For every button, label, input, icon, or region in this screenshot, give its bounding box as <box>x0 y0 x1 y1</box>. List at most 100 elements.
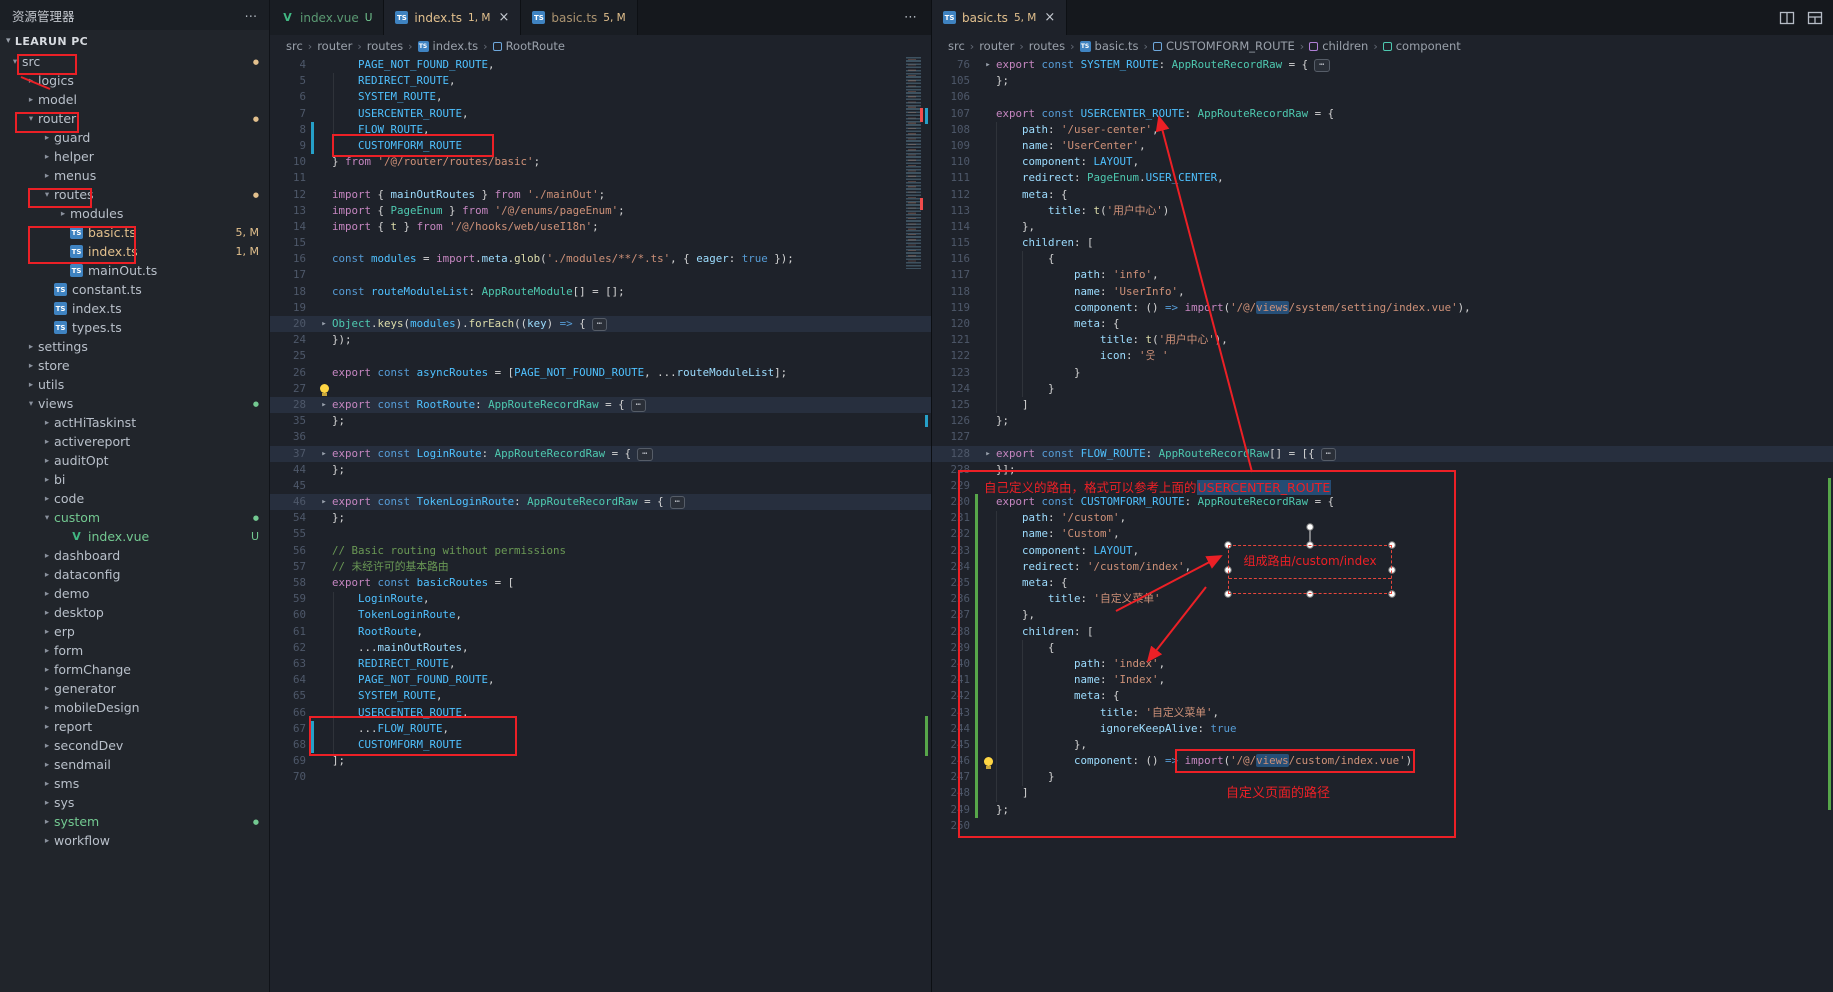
code-line-27[interactable]: 27 <box>270 381 931 397</box>
code-line-232[interactable]: 232 name: 'Custom', <box>932 526 1833 542</box>
line-number[interactable]: 242 <box>932 688 980 704</box>
code-line-76[interactable]: 76▸export const SYSTEM_ROUTE: AppRouteRe… <box>932 57 1833 73</box>
tree-item-auditOpt[interactable]: ▸auditOpt <box>0 451 269 470</box>
tree-item-logics[interactable]: ▸logics <box>0 71 269 90</box>
code-line-44[interactable]: 44}; <box>270 462 931 478</box>
code-line-12[interactable]: 12import { mainOutRoutes } from './mainO… <box>270 187 931 203</box>
code-line-244[interactable]: 244 ignoreKeepAlive: true <box>932 721 1833 737</box>
breadcrumb-item-src[interactable]: src <box>286 39 303 53</box>
tree-item-activereport[interactable]: ▸activereport <box>0 432 269 451</box>
code-line-245[interactable]: 245 }, <box>932 737 1833 753</box>
code-line-17[interactable]: 17 <box>270 267 931 283</box>
code-line-125[interactable]: 125 ] <box>932 397 1833 413</box>
code-line-113[interactable]: 113 title: t('用户中心') <box>932 203 1833 219</box>
line-number[interactable]: 63 <box>270 656 316 672</box>
code-line-128[interactable]: 128▸export const FLOW_ROUTE: AppRouteRec… <box>932 446 1833 462</box>
tree-item-sendmail[interactable]: ▸sendmail <box>0 755 269 774</box>
line-number[interactable]: 107 <box>932 106 980 122</box>
code-line-35[interactable]: 35}; <box>270 413 931 429</box>
code-line-66[interactable]: 66 USERCENTER_ROUTE, <box>270 705 931 721</box>
code-line-59[interactable]: 59 LoginRoute, <box>270 591 931 607</box>
line-number[interactable]: 114 <box>932 219 980 235</box>
tree-item-utils[interactable]: ▸utils <box>0 375 269 394</box>
line-number[interactable]: 245 <box>932 737 980 753</box>
code-line-60[interactable]: 60 TokenLoginRoute, <box>270 607 931 623</box>
line-number[interactable]: 123 <box>932 365 980 381</box>
line-number[interactable]: 124 <box>932 381 980 397</box>
code-line-63[interactable]: 63 REDIRECT_ROUTE, <box>270 656 931 672</box>
code-line-19[interactable]: 19 <box>270 300 931 316</box>
line-number[interactable]: 240 <box>932 656 980 672</box>
line-number[interactable]: 5 <box>270 73 316 89</box>
line-number[interactable]: 68 <box>270 737 316 753</box>
folded-code-ellipsis[interactable]: ⋯ <box>592 318 607 331</box>
code-line-123[interactable]: 123 } <box>932 365 1833 381</box>
code-line-107[interactable]: 107export const USERCENTER_ROUTE: AppRou… <box>932 106 1833 122</box>
code-line-114[interactable]: 114 }, <box>932 219 1833 235</box>
editor-actions-icon[interactable]: ⋯ <box>904 10 917 25</box>
line-number[interactable]: 6 <box>270 89 316 105</box>
line-number[interactable]: 8 <box>270 122 316 138</box>
line-number[interactable]: 70 <box>270 769 316 785</box>
code-line-55[interactable]: 55 <box>270 526 931 542</box>
line-number[interactable]: 36 <box>270 429 316 445</box>
code-line-9[interactable]: 9 CUSTOMFORM_ROUTE <box>270 138 931 154</box>
line-number[interactable]: 125 <box>932 397 980 413</box>
line-number[interactable]: 230 <box>932 494 980 510</box>
tree-item-form[interactable]: ▸form <box>0 641 269 660</box>
line-number[interactable]: 59 <box>270 591 316 607</box>
code-line-242[interactable]: 242 meta: { <box>932 688 1833 704</box>
line-number[interactable]: 116 <box>932 251 980 267</box>
code-line-24[interactable]: 24}); <box>270 332 931 348</box>
code-line-229[interactable]: 229 <box>932 478 1833 494</box>
line-number[interactable]: 9 <box>270 138 316 154</box>
breadcrumb-item-children[interactable]: children <box>1309 39 1368 53</box>
code-line-121[interactable]: 121 title: t('用户中心'), <box>932 332 1833 348</box>
code-line-109[interactable]: 109 name: 'UserCenter', <box>932 138 1833 154</box>
code-line-230[interactable]: 230export const CUSTOMFORM_ROUTE: AppRou… <box>932 494 1833 510</box>
line-number[interactable]: 237 <box>932 607 980 623</box>
line-number[interactable]: 20 <box>270 316 316 332</box>
lightbulb-icon[interactable] <box>320 384 329 393</box>
tab-basic.ts[interactable]: TSbasic.ts5, M× <box>932 0 1067 35</box>
tree-item-guard[interactable]: ▸guard <box>0 128 269 147</box>
code-line-11[interactable]: 11 <box>270 170 931 186</box>
line-number[interactable]: 45 <box>270 478 316 494</box>
line-number[interactable]: 117 <box>932 267 980 283</box>
line-number[interactable]: 11 <box>270 170 316 186</box>
line-number[interactable]: 112 <box>932 187 980 203</box>
breadcrumb-item-src[interactable]: src <box>948 39 965 53</box>
line-number[interactable]: 228 <box>932 462 980 478</box>
code-line-28[interactable]: 28▸export const RootRoute: AppRouteRecor… <box>270 397 931 413</box>
folded-code-ellipsis[interactable]: ⋯ <box>1321 448 1336 461</box>
code-line-236[interactable]: 236 title: '自定义菜单' <box>932 591 1833 607</box>
code-line-112[interactable]: 112 meta: { <box>932 187 1833 203</box>
line-number[interactable]: 13 <box>270 203 316 219</box>
line-number[interactable]: 67 <box>270 721 316 737</box>
tree-item-mainOut.ts[interactable]: TSmainOut.ts <box>0 261 269 280</box>
code-line-58[interactable]: 58export const basicRoutes = [ <box>270 575 931 591</box>
line-number[interactable]: 120 <box>932 316 980 332</box>
line-number[interactable]: 233 <box>932 543 980 559</box>
code-line-110[interactable]: 110 component: LAYOUT, <box>932 154 1833 170</box>
line-number[interactable]: 106 <box>932 89 980 105</box>
lightbulb-icon[interactable] <box>984 757 993 766</box>
code-line-65[interactable]: 65 SYSTEM_ROUTE, <box>270 688 931 704</box>
line-number[interactable]: 7 <box>270 106 316 122</box>
line-number[interactable]: 247 <box>932 769 980 785</box>
line-number[interactable]: 12 <box>270 187 316 203</box>
tree-item-mobileDesign[interactable]: ▸mobileDesign <box>0 698 269 717</box>
code-line-117[interactable]: 117 path: 'info', <box>932 267 1833 283</box>
code-line-237[interactable]: 237 }, <box>932 607 1833 623</box>
code-line-116[interactable]: 116 { <box>932 251 1833 267</box>
tree-item-actHiTaskinst[interactable]: ▸actHiTaskinst <box>0 413 269 432</box>
breadcrumb-item-RootRoute[interactable]: RootRoute <box>493 39 565 53</box>
line-number[interactable]: 121 <box>932 332 980 348</box>
code-line-249[interactable]: 249}; <box>932 802 1833 818</box>
code-line-54[interactable]: 54}; <box>270 510 931 526</box>
tab-basic.ts[interactable]: TSbasic.ts5, M <box>521 0 637 35</box>
code-line-238[interactable]: 238 children: [ <box>932 624 1833 640</box>
code-line-15[interactable]: 15 <box>270 235 931 251</box>
code-line-119[interactable]: 119 component: () => import('/@/views/sy… <box>932 300 1833 316</box>
tree-item-store[interactable]: ▸store <box>0 356 269 375</box>
